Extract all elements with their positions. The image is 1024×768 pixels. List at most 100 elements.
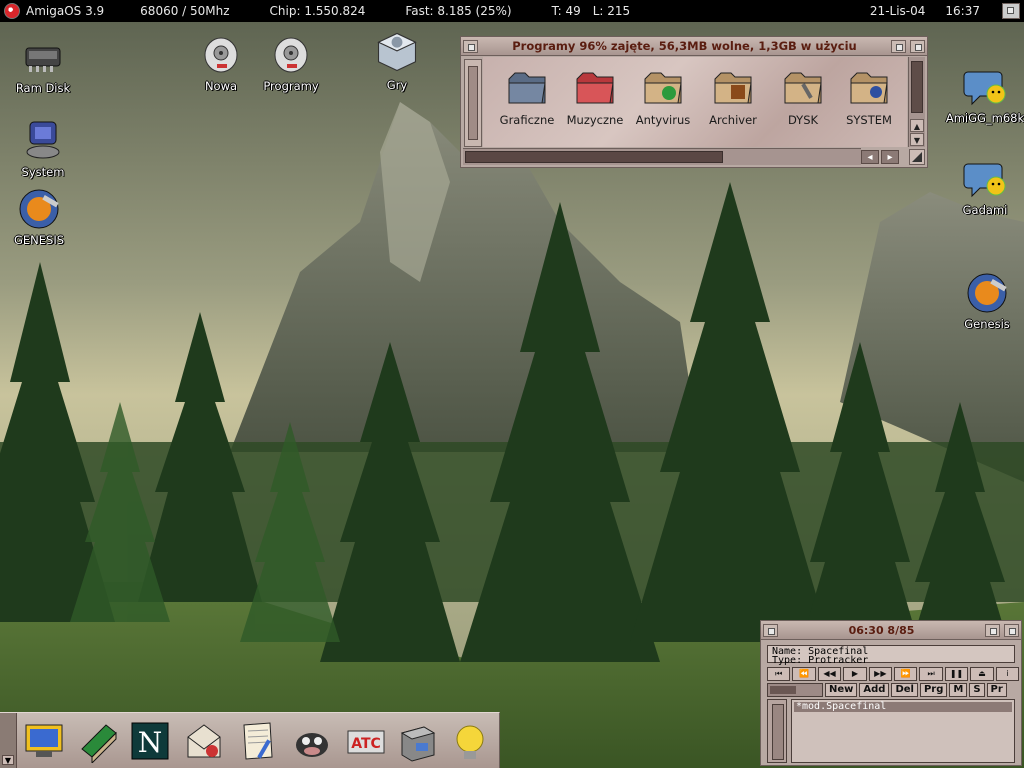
genesis-right-label: Genesis bbox=[964, 317, 1010, 331]
module-info-panel: Name: Spacefinal Type: Protracker bbox=[767, 645, 1015, 666]
library-count: L: 215 bbox=[592, 4, 631, 18]
close-button[interactable] bbox=[763, 623, 778, 637]
module-type: Type: Protracker bbox=[772, 655, 869, 666]
system-drive-icon[interactable]: System bbox=[0, 118, 86, 179]
lightbulb-icon[interactable] bbox=[448, 719, 492, 763]
volume-slider[interactable] bbox=[767, 683, 823, 697]
genesis-left-label: GENESIS bbox=[13, 233, 65, 247]
genesis-right-icon[interactable]: Genesis bbox=[944, 270, 1024, 331]
antyvirus-folder[interactable]: Antyvirus bbox=[629, 69, 697, 127]
close-button[interactable] bbox=[463, 39, 478, 53]
mail-icon[interactable] bbox=[182, 719, 226, 763]
cpu-info: 68060 / 50Mhz bbox=[140, 4, 230, 18]
folder-icon bbox=[850, 72, 888, 104]
dock-handle[interactable]: ▼ bbox=[0, 713, 17, 768]
amigg-icon[interactable]: AmiGG_m68k bbox=[942, 64, 1024, 125]
genesis-globe-icon bbox=[967, 273, 1007, 313]
rewind-icon[interactable]: ◀◀ bbox=[817, 667, 842, 681]
transport-controls: ⏮ ⏪ ◀◀ ▶ ▶▶ ⏩ ⏭ ❚❚ ⏏ i bbox=[767, 667, 1020, 681]
list-item[interactable]: *mod.Spacefinal bbox=[794, 702, 1012, 712]
system-folder[interactable]: SYSTEM bbox=[835, 69, 903, 127]
previous-track-icon[interactable]: ⏪ bbox=[792, 667, 816, 681]
atc-icon[interactable]: ATC bbox=[344, 719, 388, 763]
folder-icon bbox=[784, 72, 822, 104]
cow-icon[interactable] bbox=[290, 719, 334, 763]
fast-forward-icon[interactable]: ▶▶ bbox=[868, 667, 893, 681]
screen-title-bar: AmigaOS 3.9 68060 / 50Mhz Chip: 1.550.82… bbox=[0, 0, 1024, 22]
m-button[interactable]: M bbox=[949, 683, 968, 697]
muzyczne-folder[interactable]: Muzyczne bbox=[561, 69, 629, 127]
task-count: T: 49 bbox=[551, 4, 581, 18]
screen-depth-button[interactable] bbox=[1002, 3, 1020, 19]
genesis-globe-icon bbox=[19, 189, 59, 229]
genesis-left-icon[interactable]: GENESIS bbox=[0, 186, 82, 247]
new-button[interactable]: New bbox=[825, 683, 858, 697]
drawer-left-border bbox=[464, 59, 482, 147]
eject-icon[interactable]: ⏏ bbox=[970, 667, 994, 681]
os-version: AmigaOS 3.9 bbox=[26, 4, 105, 18]
scroll-left-arrow-icon[interactable]: ◂ bbox=[861, 150, 879, 164]
pr-button[interactable]: Pr bbox=[986, 683, 1007, 697]
depth-button[interactable] bbox=[910, 39, 925, 53]
netscape-icon[interactable]: N bbox=[128, 719, 172, 763]
module-player-window[interactable]: 06:30 8/85 Name: Spacefinal Type: Protra… bbox=[760, 620, 1022, 766]
horizontal-scroll-thumb[interactable] bbox=[465, 151, 723, 163]
vertical-scroll-thumb[interactable] bbox=[911, 61, 923, 113]
s-button[interactable]: S bbox=[969, 683, 985, 697]
folder-icon bbox=[714, 72, 752, 104]
cabinet-icon[interactable] bbox=[396, 719, 440, 763]
scroll-up-arrow-icon[interactable]: ▲ bbox=[910, 119, 924, 132]
amiga-logo-icon[interactable] bbox=[4, 3, 20, 19]
scroll-down-arrow-icon[interactable]: ▼ bbox=[910, 133, 924, 146]
screen-mode-icon[interactable] bbox=[22, 719, 66, 763]
resize-gadget[interactable] bbox=[909, 149, 925, 165]
ram-chip-icon bbox=[25, 47, 61, 72]
play-icon[interactable]: ▶ bbox=[843, 667, 867, 681]
programy-drive-icon[interactable]: Programy bbox=[248, 32, 334, 93]
svg-text:N: N bbox=[138, 726, 163, 759]
drawer-content[interactable]: Graficzne Muzyczne Antyvirus Archiver DY… bbox=[483, 57, 907, 147]
system-folder-label: SYSTEM bbox=[846, 113, 892, 127]
fast-memory: Fast: 8.185 (25%) bbox=[405, 4, 512, 18]
del-button[interactable]: Del bbox=[891, 683, 918, 697]
player-time-position: 06:30 8/85 bbox=[848, 623, 915, 637]
ram-disk-label: Ram Disk bbox=[15, 81, 71, 95]
chevron-down-icon[interactable]: ▼ bbox=[2, 755, 14, 765]
book-icon[interactable] bbox=[76, 719, 120, 763]
folder-icon bbox=[508, 72, 546, 104]
cube-drive-icon bbox=[377, 32, 417, 72]
drawer-title: Programy 96% zajęte, 56,3MB wolne, 1,3GB… bbox=[512, 39, 857, 53]
info-icon[interactable]: i bbox=[995, 667, 1020, 681]
depth-button[interactable] bbox=[1004, 623, 1019, 637]
drawer-horizontal-scrollbar[interactable]: ◂ ▸ bbox=[463, 148, 899, 165]
gadami-label: Gadami bbox=[962, 203, 1008, 217]
ram-disk-icon[interactable]: Ram Disk bbox=[0, 34, 86, 95]
drawer-vertical-scrollbar[interactable]: ▲ ▼ bbox=[908, 57, 925, 147]
zoom-button[interactable] bbox=[891, 39, 906, 53]
notepad-icon[interactable] bbox=[236, 719, 280, 763]
archiver-folder[interactable]: Archiver bbox=[699, 69, 767, 127]
drawer-titlebar[interactable]: Programy 96% zajęte, 56,3MB wolne, 1,3GB… bbox=[461, 37, 927, 56]
player-titlebar[interactable]: 06:30 8/85 bbox=[761, 621, 1021, 640]
zoom-button[interactable] bbox=[985, 623, 1000, 637]
dysk-folder[interactable]: DYSK bbox=[769, 69, 837, 127]
pause-icon[interactable]: ❚❚ bbox=[944, 667, 969, 681]
prg-button[interactable]: Prg bbox=[919, 683, 948, 697]
graficzne-folder[interactable]: Graficzne bbox=[493, 69, 561, 127]
next-track-icon[interactable]: ⏩ bbox=[894, 667, 918, 681]
programy-label: Programy bbox=[263, 79, 319, 93]
system-label: System bbox=[21, 165, 65, 179]
programy-drawer-window[interactable]: Programy 96% zajęte, 56,3MB wolne, 1,3GB… bbox=[460, 36, 928, 168]
chip-memory: Chip: 1.550.824 bbox=[269, 4, 366, 18]
scroll-right-arrow-icon[interactable]: ▸ bbox=[881, 150, 899, 164]
playlist-scrollbar[interactable] bbox=[767, 699, 787, 763]
add-button[interactable]: Add bbox=[859, 683, 890, 697]
hard-drive-icon bbox=[204, 37, 238, 73]
playlist[interactable]: *mod.Spacefinal bbox=[791, 699, 1015, 763]
last-track-icon[interactable]: ⏭ bbox=[919, 667, 943, 681]
folder-icon bbox=[644, 72, 682, 104]
first-track-icon[interactable]: ⏮ bbox=[767, 667, 791, 681]
gadami-icon[interactable]: Gadami bbox=[942, 156, 1024, 217]
gry-drive-icon[interactable]: Gry bbox=[354, 27, 440, 92]
chat-bubble-icon bbox=[963, 163, 1006, 198]
